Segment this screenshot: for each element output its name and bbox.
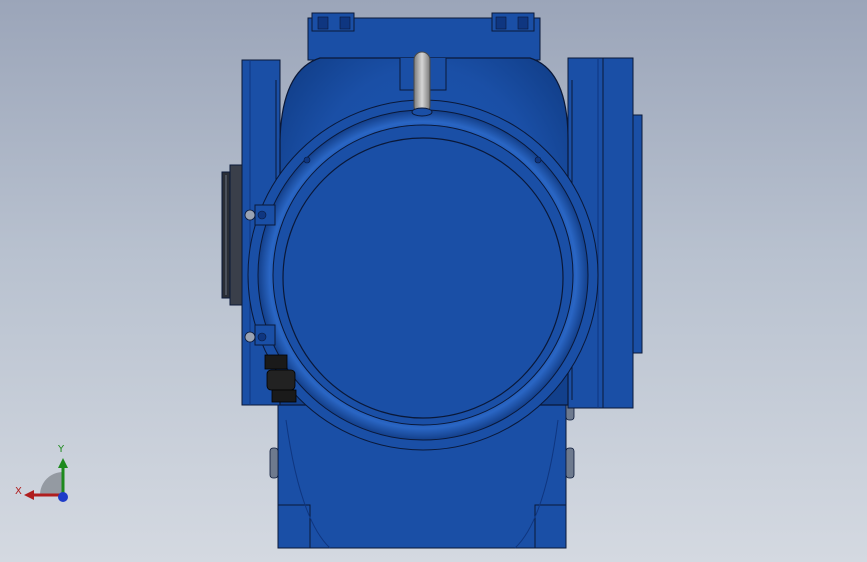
coordinate-triad: X Y bbox=[10, 440, 80, 510]
x-axis-arrow bbox=[24, 490, 34, 500]
triad-plane bbox=[40, 472, 63, 495]
cad-viewport[interactable]: X Y bbox=[0, 0, 867, 562]
lifting-eye bbox=[411, 51, 433, 117]
model-view[interactable] bbox=[0, 0, 867, 562]
y-axis-label: Y bbox=[58, 444, 65, 455]
triad-graphic bbox=[24, 458, 68, 502]
x-axis-label: X bbox=[15, 486, 22, 497]
motor-end-cap bbox=[247, 99, 599, 451]
y-axis-arrow bbox=[58, 458, 68, 468]
z-axis-dot bbox=[58, 492, 68, 502]
